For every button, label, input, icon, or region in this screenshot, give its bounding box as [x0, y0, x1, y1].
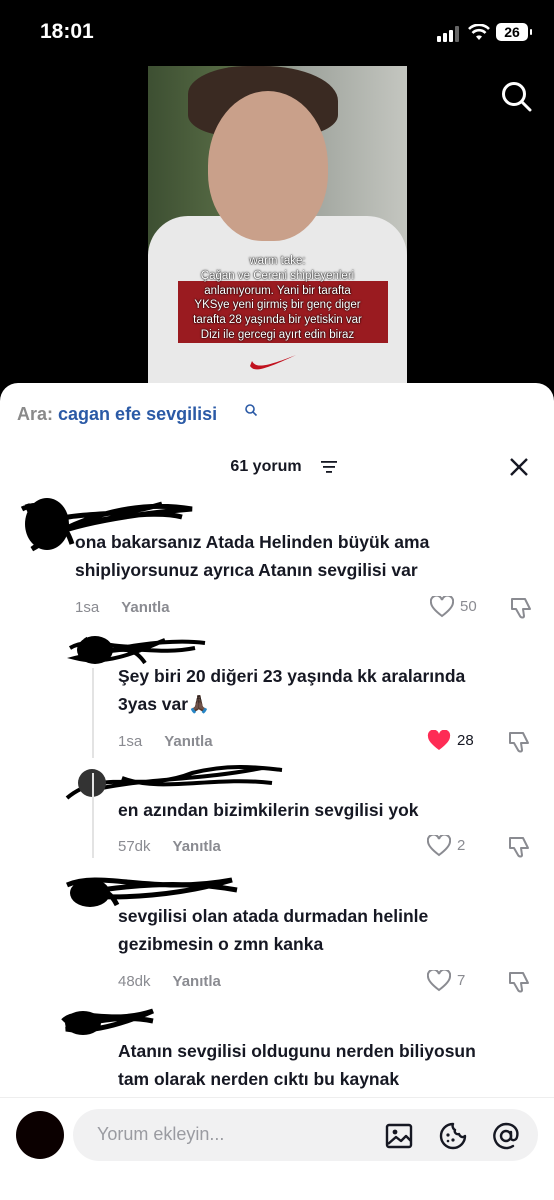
mention-icon[interactable]: [491, 1122, 521, 1150]
redacted-username-scribble: [61, 1008, 154, 1035]
dislike-icon[interactable]: [510, 597, 532, 619]
comment-input[interactable]: [95, 1123, 359, 1146]
comment-meta: 1sa Yanıtla: [118, 733, 213, 750]
video-thumbnail[interactable]: warm take: Çağan ve Cereni shipleyenleri…: [148, 66, 407, 386]
status-time: 18:01: [40, 20, 94, 43]
comment-text: Şey biri 20 diğeri 23 yaşında kk araları…: [118, 666, 466, 714]
image-icon[interactable]: [385, 1122, 413, 1150]
nike-logo-icon: [250, 355, 296, 370]
close-icon[interactable]: [510, 458, 528, 476]
sort-icon[interactable]: [321, 461, 337, 473]
comment-text: en azından bizimkilerin sevgilisi yok: [118, 800, 419, 820]
comments-sheet: Ara: cagan efe sevgilisi 61 yorum ona ba…: [0, 383, 554, 1199]
reply-button[interactable]: Yanıtla: [121, 599, 169, 616]
reply-button[interactable]: Yanıtla: [173, 838, 221, 855]
wifi-icon: [468, 24, 490, 40]
comment-meta: 48dk Yanıtla: [118, 973, 221, 990]
emoji-icon[interactable]: [439, 1122, 467, 1150]
reply-button[interactable]: Yanıtla: [164, 733, 212, 750]
heart-icon: [426, 968, 452, 992]
status-bar: 18:01 26: [0, 0, 554, 64]
comment-input-field[interactable]: [73, 1109, 538, 1161]
like-button[interactable]: 7: [426, 968, 465, 992]
heart-filled-icon: [427, 729, 451, 750]
like-button[interactable]: 50: [429, 594, 477, 618]
heart-icon: [429, 594, 455, 618]
reply-button[interactable]: Yanıtla: [173, 973, 221, 990]
comment-meta: 57dk Yanıtla: [118, 838, 221, 855]
like-button[interactable]: 28: [427, 729, 474, 752]
avatar[interactable]: [16, 1111, 64, 1159]
comment-meta: 1sa Yanıtla: [75, 599, 170, 616]
search-small-icon: [245, 404, 258, 417]
dislike-icon[interactable]: [508, 971, 530, 993]
search-suggestion[interactable]: Ara: cagan efe sevgilisi: [17, 404, 217, 425]
heart-icon: [426, 833, 452, 857]
search-query-link[interactable]: cagan efe sevgilisi: [58, 404, 217, 424]
battery-icon: 26: [496, 23, 532, 41]
search-icon[interactable]: [500, 80, 532, 112]
comment-composer: [0, 1097, 554, 1200]
like-button[interactable]: 2: [426, 833, 465, 857]
dislike-icon[interactable]: [508, 731, 530, 753]
comment-text: Atanın sevgilisi oldugunu nerden biliyos…: [118, 1041, 476, 1089]
comment-text: ona bakarsanız Atada Helinden büyük ama …: [75, 532, 430, 580]
signal-icon: [437, 26, 459, 42]
video-caption: warm take: Çağan ve Cereni shipleyenleri…: [193, 255, 362, 341]
dislike-icon[interactable]: [508, 836, 530, 858]
comment-count: 61 yorum: [230, 458, 302, 475]
comment-text: sevgilisi olan atada durmadan helinle ge…: [118, 906, 429, 954]
